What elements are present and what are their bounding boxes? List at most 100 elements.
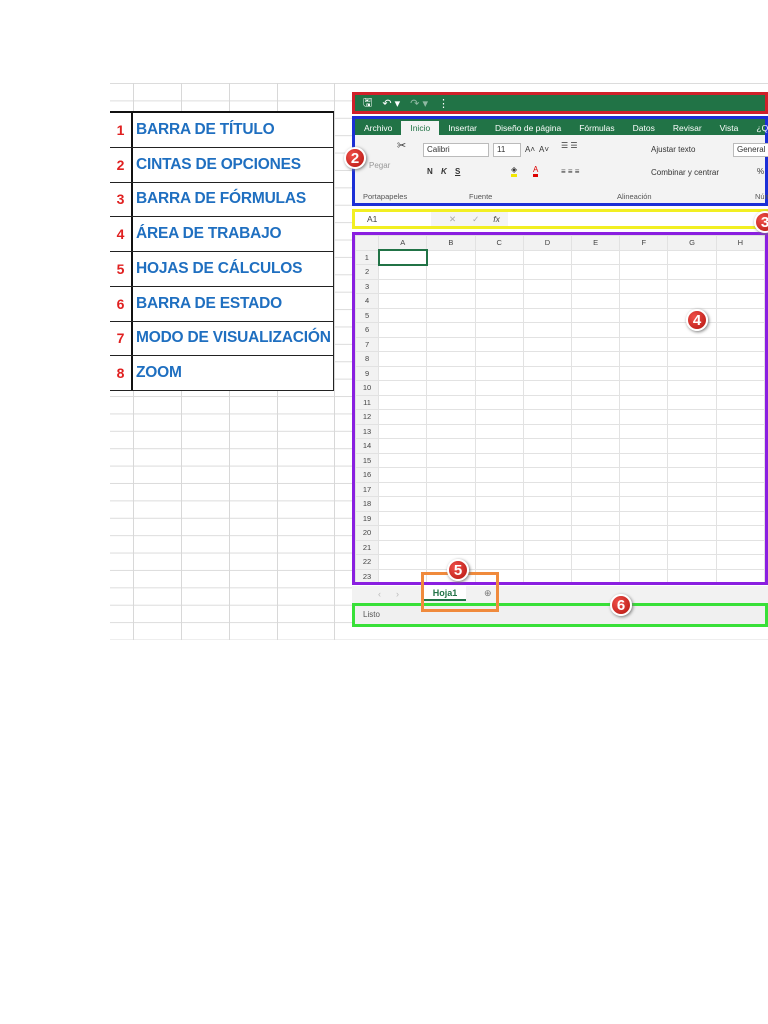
cell[interactable] bbox=[667, 452, 717, 468]
row-header[interactable]: 3 bbox=[355, 278, 380, 294]
cell[interactable] bbox=[667, 481, 717, 497]
cell[interactable] bbox=[667, 351, 717, 367]
cell[interactable] bbox=[522, 423, 573, 439]
cell[interactable] bbox=[474, 496, 524, 512]
column-header[interactable]: B bbox=[426, 235, 476, 251]
cell[interactable] bbox=[667, 365, 717, 381]
row-header[interactable]: 22 bbox=[355, 554, 380, 570]
cell[interactable] bbox=[619, 452, 669, 468]
column-header[interactable]: G bbox=[667, 235, 717, 251]
row-header[interactable]: 4 bbox=[355, 293, 380, 309]
paste-button[interactable]: Pegar bbox=[369, 161, 390, 170]
cell[interactable] bbox=[715, 336, 765, 352]
cell[interactable] bbox=[715, 264, 765, 280]
row-header[interactable]: 11 bbox=[355, 394, 380, 410]
ribbon-tab[interactable]: Diseño de página bbox=[486, 121, 570, 135]
cell[interactable] bbox=[474, 380, 524, 396]
cell[interactable] bbox=[619, 264, 669, 280]
cell[interactable] bbox=[522, 510, 573, 526]
cell[interactable] bbox=[715, 568, 765, 582]
cell[interactable] bbox=[378, 496, 428, 512]
cell[interactable] bbox=[378, 278, 428, 294]
cell[interactable] bbox=[522, 322, 573, 338]
align-left-icon[interactable]: ≡ ≡ ≡ bbox=[561, 167, 579, 176]
cell[interactable] bbox=[474, 278, 524, 294]
cell[interactable] bbox=[571, 380, 621, 396]
cell[interactable] bbox=[667, 568, 717, 582]
cell[interactable] bbox=[619, 307, 669, 323]
cell[interactable] bbox=[522, 307, 573, 323]
font-select[interactable]: Calibri bbox=[423, 143, 489, 157]
cell[interactable] bbox=[667, 409, 717, 425]
row-header[interactable]: 15 bbox=[355, 452, 380, 468]
shrink-font-button[interactable]: A˅ bbox=[539, 145, 549, 154]
cell[interactable] bbox=[571, 394, 621, 410]
cell[interactable] bbox=[619, 481, 669, 497]
cell[interactable] bbox=[426, 525, 476, 541]
cell[interactable] bbox=[522, 278, 573, 294]
cell[interactable] bbox=[715, 496, 765, 512]
fill-color-icon[interactable]: ◈ bbox=[511, 165, 518, 177]
cell[interactable] bbox=[715, 293, 765, 309]
cell[interactable] bbox=[571, 568, 621, 582]
cell[interactable] bbox=[667, 438, 717, 454]
row-header[interactable]: 5 bbox=[355, 307, 380, 323]
cell[interactable] bbox=[667, 423, 717, 439]
cell[interactable] bbox=[426, 409, 476, 425]
column-header[interactable]: H bbox=[715, 235, 765, 251]
cell[interactable] bbox=[426, 496, 476, 512]
cell[interactable] bbox=[474, 409, 524, 425]
cell[interactable] bbox=[378, 554, 428, 570]
cell[interactable] bbox=[426, 278, 476, 294]
row-header[interactable]: 6 bbox=[355, 322, 380, 338]
undo-icon[interactable]: ↶ ▾ bbox=[382, 97, 400, 110]
formula-input[interactable] bbox=[507, 212, 765, 226]
cell[interactable] bbox=[571, 496, 621, 512]
cell[interactable] bbox=[571, 249, 621, 265]
insert-function-icon[interactable]: fx bbox=[493, 214, 500, 224]
cell[interactable] bbox=[667, 278, 717, 294]
cell[interactable] bbox=[378, 351, 428, 367]
cell[interactable] bbox=[426, 423, 476, 439]
cell[interactable] bbox=[426, 365, 476, 381]
cell[interactable] bbox=[474, 249, 524, 265]
cell[interactable] bbox=[378, 467, 428, 483]
cell[interactable] bbox=[378, 293, 428, 309]
cell[interactable] bbox=[619, 351, 669, 367]
cell[interactable] bbox=[619, 438, 669, 454]
cell[interactable] bbox=[426, 539, 476, 555]
column-header[interactable]: E bbox=[571, 235, 621, 251]
cell[interactable] bbox=[426, 249, 476, 265]
row-header[interactable]: 9 bbox=[355, 365, 380, 381]
cell[interactable] bbox=[474, 525, 524, 541]
cut-icon[interactable]: ✂ bbox=[397, 139, 406, 152]
row-header[interactable]: 14 bbox=[355, 438, 380, 454]
cell[interactable] bbox=[426, 452, 476, 468]
merge-center-button[interactable]: Combinar y centrar bbox=[651, 168, 719, 177]
next-sheet-button[interactable]: › bbox=[396, 589, 399, 599]
cell[interactable] bbox=[474, 554, 524, 570]
cell[interactable] bbox=[571, 539, 621, 555]
cell[interactable] bbox=[571, 351, 621, 367]
cell[interactable] bbox=[378, 452, 428, 468]
prev-sheet-button[interactable]: ‹ bbox=[378, 589, 381, 599]
cell[interactable] bbox=[715, 249, 765, 265]
column-header[interactable]: A bbox=[378, 235, 428, 251]
cell[interactable] bbox=[619, 554, 669, 570]
cell[interactable] bbox=[426, 394, 476, 410]
cell[interactable] bbox=[378, 525, 428, 541]
cell[interactable] bbox=[667, 249, 717, 265]
cell[interactable] bbox=[619, 380, 669, 396]
enter-icon[interactable]: ✓ bbox=[472, 214, 479, 225]
cell[interactable] bbox=[426, 467, 476, 483]
cell[interactable] bbox=[522, 467, 573, 483]
cell[interactable] bbox=[667, 394, 717, 410]
row-header[interactable]: 17 bbox=[355, 481, 380, 497]
cell[interactable] bbox=[715, 322, 765, 338]
cell[interactable] bbox=[571, 467, 621, 483]
cell[interactable] bbox=[522, 293, 573, 309]
cell[interactable] bbox=[474, 467, 524, 483]
redo-icon[interactable]: ↷ ▾ bbox=[410, 97, 428, 110]
cell[interactable] bbox=[667, 525, 717, 541]
cell[interactable] bbox=[667, 264, 717, 280]
